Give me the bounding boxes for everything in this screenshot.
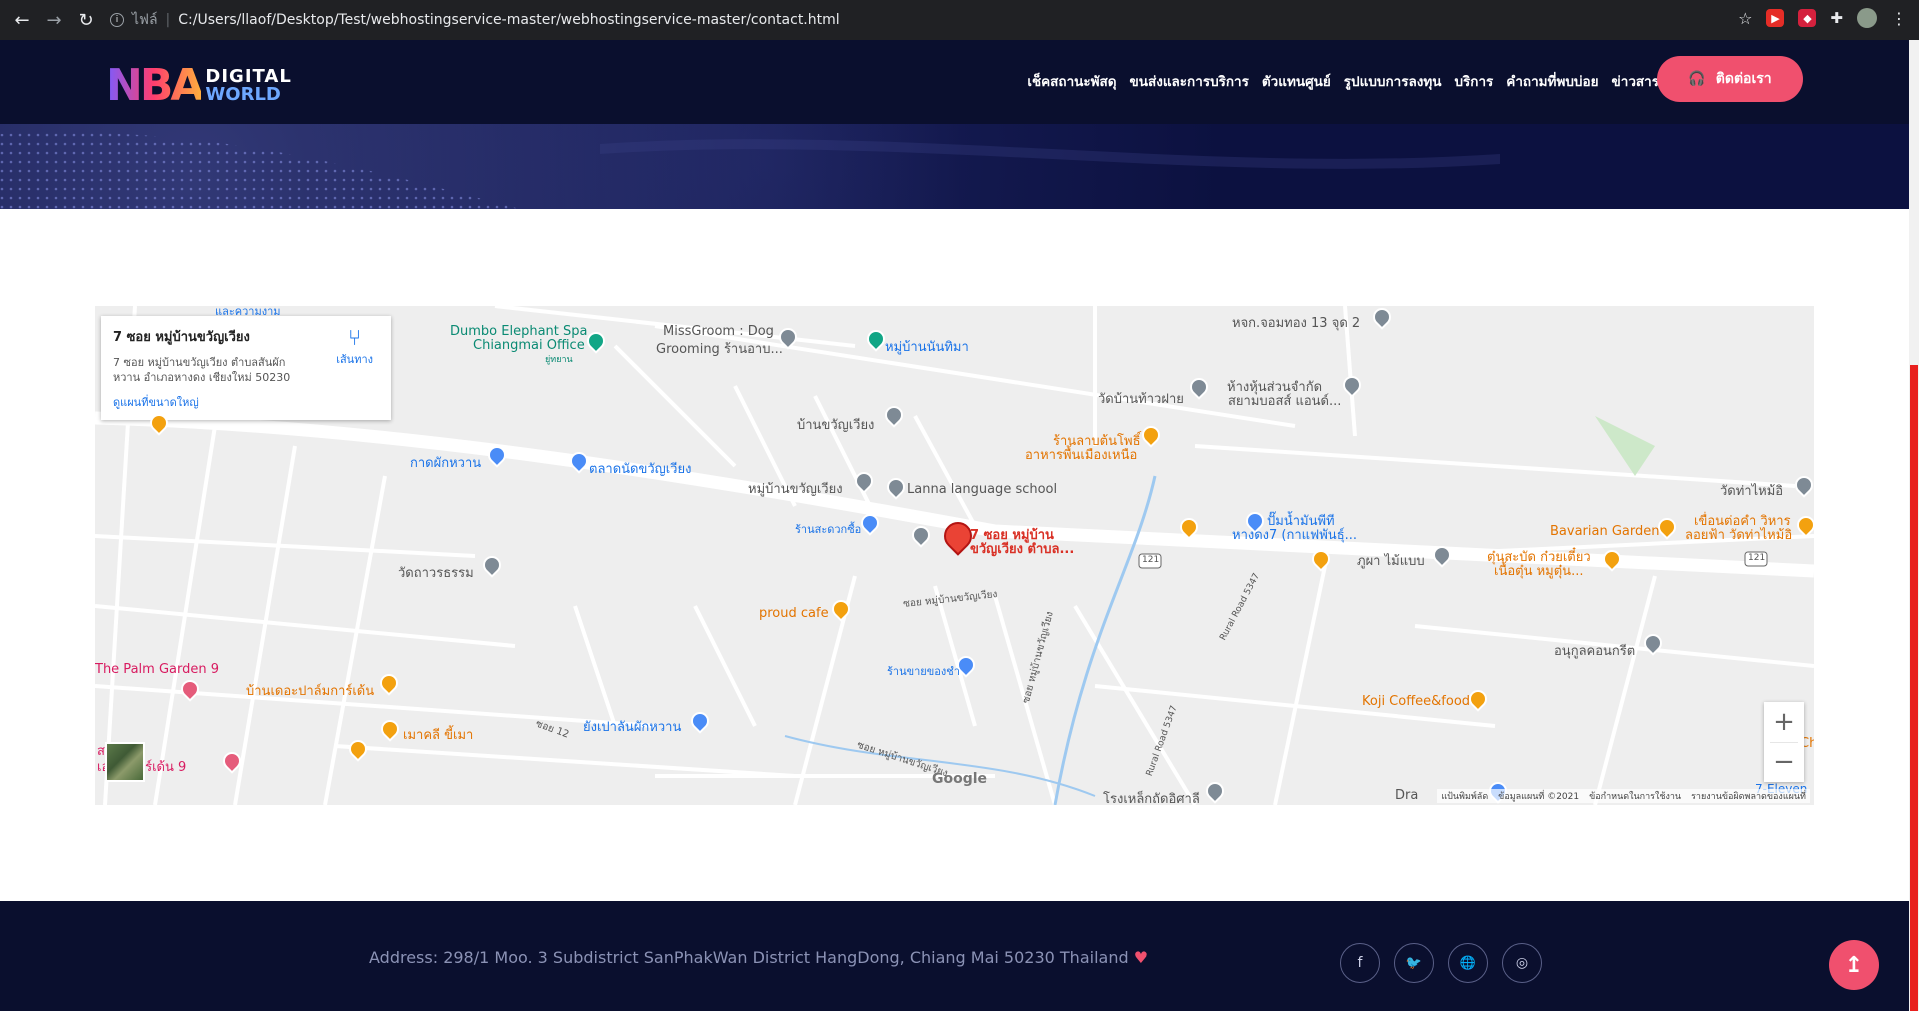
map-label[interactable]: ตลาดนัดขวัญเวียง bbox=[589, 458, 691, 479]
map-attribution: แป้นพิมพ์ลัด ข้อมูลแผนที่ ©2021 ข้อกำหนด… bbox=[1437, 789, 1810, 803]
map-label[interactable]: เนื้อตุ๋น หมูตุ๋น... bbox=[1494, 560, 1583, 581]
zoom-out-button[interactable]: − bbox=[1764, 743, 1804, 783]
place-address: 7 ซอย หมู่บ้านขวัญเวียง ตำบลสันผักหวาน อ… bbox=[113, 356, 291, 384]
road-shield: 121 bbox=[1748, 553, 1766, 563]
site-footer: Address: 298/1 Moo. 3 Subdistrict SanPha… bbox=[0, 901, 1909, 1011]
nav-item-tracking[interactable]: เช็คสถานะพัสดุ bbox=[1027, 70, 1116, 92]
contact-button[interactable]: 🎧 ติดต่อเรา bbox=[1657, 56, 1803, 102]
nav-item-agents[interactable]: ตัวแทนศูนย์ bbox=[1262, 70, 1331, 92]
map-label[interactable]: ภูผา ไม้แบบ bbox=[1357, 550, 1425, 571]
map-label[interactable]: Bavarian Garden bbox=[1550, 524, 1659, 539]
logo-word-top: DIGITAL bbox=[205, 65, 292, 87]
map-label[interactable]: บ้านขวัญเวียง bbox=[797, 414, 874, 435]
map-data-credit: ข้อมูลแผนที่ ©2021 bbox=[1498, 792, 1580, 802]
contact-button-label: ติดต่อเรา bbox=[1715, 71, 1772, 87]
facebook-icon[interactable]: f bbox=[1340, 943, 1380, 983]
back-icon[interactable]: ← bbox=[6, 4, 38, 36]
headset-icon: 🎧 bbox=[1688, 71, 1706, 87]
terms-link[interactable]: ข้อกำหนดในการใช้งาน bbox=[1589, 789, 1681, 803]
extension-youtube-icon[interactable]: ▶ bbox=[1766, 9, 1785, 27]
nav-item-investment[interactable]: รูปแบบการลงทุน bbox=[1344, 70, 1442, 92]
globe-icon[interactable]: 🌐 bbox=[1448, 943, 1488, 983]
browser-toolbar: ← → ↻ i ไฟล์ | C:/Users/llaof/Desktop/Te… bbox=[0, 0, 1919, 40]
extension-shield-icon[interactable]: ◆ bbox=[1798, 9, 1817, 27]
nav-item-faq[interactable]: คำถามที่พบบ่อย bbox=[1506, 70, 1598, 92]
map-label[interactable]: หมู่บ้านขวัญเวียง bbox=[748, 478, 843, 499]
map-label[interactable]: บ้านเดอะปาล์มการ์เด้น bbox=[246, 680, 374, 701]
nav-item-services[interactable]: บริการ bbox=[1454, 70, 1493, 92]
directions-icon: ⑂ bbox=[348, 326, 362, 351]
footer-address: Address: 298/1 Moo. 3 Subdistrict SanPha… bbox=[369, 948, 1149, 967]
extensions-puzzle-icon[interactable]: ✚ bbox=[1830, 9, 1843, 27]
directions-button[interactable]: ⑂ เส้นทาง bbox=[336, 328, 373, 368]
dot-wave-decoration bbox=[0, 132, 1500, 209]
google-logo: Google bbox=[932, 771, 988, 787]
map-label[interactable]: The Palm Garden 9 bbox=[95, 662, 219, 677]
profile-avatar[interactable] bbox=[1857, 8, 1877, 28]
site-logo[interactable]: NBA DIGITAL WORLD bbox=[106, 60, 292, 111]
map-label[interactable]: Chiangmai Office bbox=[473, 338, 585, 353]
map-label[interactable]: ยังเปาลันผักหวาน bbox=[583, 716, 681, 737]
map-label[interactable]: ร้านสะดวกซื้อ bbox=[795, 520, 861, 538]
map-label[interactable]: proud cafe bbox=[759, 606, 829, 621]
map-label: Dra bbox=[1395, 788, 1419, 803]
google-map[interactable]: 7 ซอย หมู่บ้านขวัญเวียง 7 ซอย หมู่บ้านขว… bbox=[95, 306, 1814, 805]
map-label[interactable]: อาหารพื้นเมืองเหนือ bbox=[1025, 444, 1137, 465]
map-label[interactable]: สยามบอสส์ แอนด์... bbox=[1228, 390, 1341, 411]
map-label: ยู่ทยาน bbox=[545, 355, 573, 365]
scroll-to-top-button[interactable]: ↥ bbox=[1829, 940, 1879, 990]
info-icon[interactable]: i bbox=[110, 13, 124, 27]
directions-label: เส้นทาง bbox=[336, 353, 373, 366]
reload-icon[interactable]: ↻ bbox=[70, 4, 102, 36]
map-label[interactable]: หจก.จอมทอง 13 จุด 2 bbox=[1232, 312, 1360, 333]
larger-map-link[interactable]: ดูแผนที่ขนาดใหญ่ bbox=[113, 393, 379, 411]
map-label[interactable]: วัดท่าไหม้อิ bbox=[1720, 480, 1783, 501]
selected-location-label[interactable]: ขวัญเวียง ตำบล... bbox=[970, 538, 1074, 559]
map-label[interactable]: อนุกูลคอนกรีต bbox=[1554, 640, 1635, 661]
url-text[interactable]: C:/Users/llaof/Desktop/Test/webhostingse… bbox=[178, 12, 839, 28]
map-label[interactable]: Lanna language school bbox=[907, 482, 1057, 497]
forward-icon[interactable]: → bbox=[38, 4, 70, 36]
zoom-control: + − bbox=[1764, 702, 1804, 782]
map-label[interactable]: Grooming ร้านอาบ... bbox=[656, 338, 783, 359]
map-label[interactable]: เมาคลี ขี้เมา bbox=[403, 724, 473, 745]
map-label[interactable]: ลอยฟ้า วัดท่าไหม้อิ bbox=[1685, 524, 1792, 545]
url-scheme: ไฟล์ bbox=[132, 12, 158, 28]
site-header: NBA DIGITAL WORLD เช็คสถานะพัสดุ ขนส่งแล… bbox=[0, 40, 1909, 209]
map-label: และความงาม bbox=[215, 306, 281, 318]
report-error-link[interactable]: รายงานข้อผิดพลาดของแผนที่ bbox=[1691, 789, 1806, 803]
nav-item-news[interactable]: ข่าวสาร bbox=[1612, 70, 1659, 92]
address-bar[interactable]: i ไฟล์ | C:/Users/llaof/Desktop/Test/web… bbox=[110, 5, 1790, 35]
map-label[interactable]: วัดบ้านท้าวฝาย bbox=[1098, 388, 1184, 409]
map-label[interactable]: Dumbo Elephant Spa bbox=[450, 324, 587, 339]
header-dot-pattern bbox=[0, 124, 1909, 209]
map-label[interactable]: MissGroom : Dog bbox=[663, 324, 774, 339]
keyboard-shortcuts-link[interactable]: แป้นพิมพ์ลัด bbox=[1441, 789, 1488, 803]
map-label[interactable]: Koji Coffee&food bbox=[1362, 694, 1470, 709]
menu-kebab-icon[interactable]: ⋮ bbox=[1891, 9, 1907, 28]
instagram-icon[interactable]: ◎ bbox=[1502, 943, 1542, 983]
nav-item-shipping[interactable]: ขนส่งและการบริการ bbox=[1130, 70, 1249, 92]
zoom-in-button[interactable]: + bbox=[1764, 702, 1804, 742]
logo-mark: NBA bbox=[106, 60, 204, 111]
map-label[interactable]: วัดถาวรธรรม bbox=[398, 562, 474, 583]
map-label[interactable]: หางดง7 (กาแฟพันธุ์... bbox=[1232, 524, 1357, 545]
heart-icon: ♥ bbox=[1133, 948, 1149, 967]
satellite-toggle-thumbnail[interactable] bbox=[105, 742, 145, 782]
page-scrollbar-thumb[interactable] bbox=[1910, 365, 1918, 1011]
social-links: f 🐦 🌐 ◎ bbox=[1340, 943, 1542, 983]
road-shield: 121 bbox=[1142, 555, 1160, 565]
bookmark-star-icon[interactable]: ☆ bbox=[1738, 9, 1752, 28]
map-label[interactable]: โรงเหล็กถัดอิศาลี bbox=[1103, 788, 1200, 805]
map-label[interactable]: หมู่บ้านนันทิมา bbox=[885, 336, 969, 357]
place-info-card: 7 ซอย หมู่บ้านขวัญเวียง 7 ซอย หมู่บ้านขว… bbox=[101, 316, 391, 420]
map-label[interactable]: กาดผักหวาน bbox=[410, 452, 481, 473]
main-nav: เช็คสถานะพัสดุ ขนส่งและการบริการ ตัวแทนศ… bbox=[1027, 70, 1659, 92]
twitter-icon[interactable]: 🐦 bbox=[1394, 943, 1434, 983]
logo-word-bottom: WORLD bbox=[205, 83, 281, 105]
map-label[interactable]: ร้านขายของชำ bbox=[887, 662, 960, 680]
